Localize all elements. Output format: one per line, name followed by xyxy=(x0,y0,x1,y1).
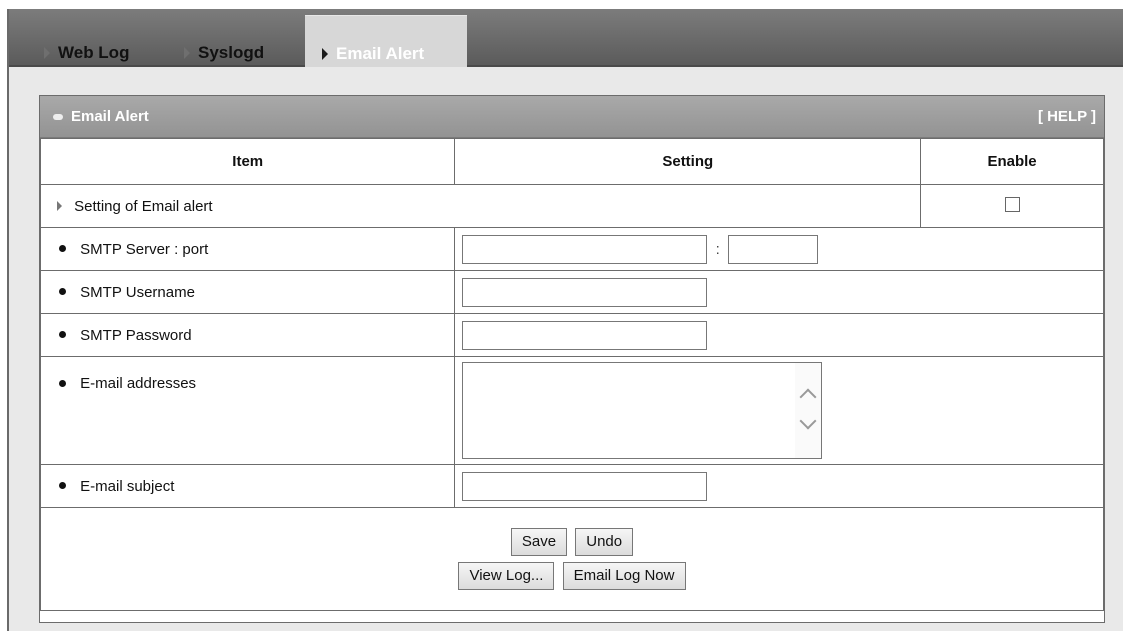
save-button[interactable]: Save xyxy=(510,528,568,556)
view-log-button[interactable]: View Log... xyxy=(458,562,555,590)
smtp-port-input[interactable] xyxy=(727,234,818,264)
undo-button[interactable]: Undo xyxy=(575,528,634,556)
panel-title-wrap: Email Alert xyxy=(53,108,149,125)
section-row: Setting of Email alert xyxy=(39,184,1104,228)
bullet-icon xyxy=(59,245,66,253)
button-row: Save Undo View Log... Email Log Now xyxy=(40,507,1104,611)
header-enable: Enable xyxy=(920,138,1104,185)
section-label: Setting of Email alert xyxy=(74,197,213,215)
email-addresses-label: E-mail addresses xyxy=(80,375,197,392)
panel-title: Email Alert xyxy=(71,108,149,125)
section-label-cell: Setting of Email alert xyxy=(39,184,922,228)
textarea-scrollbar[interactable] xyxy=(795,363,822,458)
smtp-password-label: SMTP Password xyxy=(80,326,192,344)
section-arrow-icon xyxy=(57,200,62,211)
email-addresses-label-cell: E-mail addresses xyxy=(39,356,456,465)
smtp-server-label-cell: SMTP Server : port xyxy=(39,227,456,271)
email-addresses-setting-cell xyxy=(454,356,1104,465)
bullet-icon xyxy=(59,331,66,339)
smtp-server-label: SMTP Server : port xyxy=(80,240,209,258)
tab-web-log-label: Web Log xyxy=(58,43,130,62)
header-setting: Setting xyxy=(454,138,922,185)
smtp-password-setting-cell xyxy=(454,313,1104,357)
tab-email-alert[interactable]: Email Alert xyxy=(305,15,467,67)
bullet-icon xyxy=(59,482,66,490)
smtp-username-setting-cell xyxy=(454,270,1104,314)
tab-arrow-icon xyxy=(184,47,190,59)
chevron-up-icon[interactable] xyxy=(799,388,817,406)
smtp-password-label-cell: SMTP Password xyxy=(39,313,456,357)
tab-bar: Web Log Syslogd Email Alert xyxy=(9,9,1123,67)
tab-arrow-icon xyxy=(322,47,328,60)
smtp-username-label: SMTP Username xyxy=(80,283,195,301)
email-subject-label-cell: E-mail subject xyxy=(39,464,456,508)
chevron-down-icon[interactable] xyxy=(799,412,817,430)
enable-email-alert-checkbox[interactable] xyxy=(1004,196,1020,212)
tab-syslogd-label: Syslogd xyxy=(198,43,265,62)
smtp-server-input[interactable] xyxy=(462,234,708,264)
smtp-username-input[interactable] xyxy=(462,277,708,307)
smtp-username-label-cell: SMTP Username xyxy=(39,270,456,314)
table-row: E-mail subject xyxy=(39,464,1104,508)
email-subject-setting-cell xyxy=(454,464,1104,508)
panel-header: Email Alert [ HELP ] xyxy=(40,96,1104,138)
button-cell: Save Undo View Log... Email Log Now xyxy=(40,507,1104,611)
section-enable-cell xyxy=(920,184,1104,228)
table-row: E-mail addresses xyxy=(39,356,1104,465)
email-subject-input[interactable] xyxy=(462,471,708,501)
tab-web-log[interactable]: Web Log xyxy=(44,15,129,67)
primary-buttons: Save Undo xyxy=(42,525,1102,559)
table-row: SMTP Username xyxy=(39,270,1104,314)
log-buttons: View Log... Email Log Now xyxy=(42,559,1102,593)
tab-syslogd[interactable]: Syslogd xyxy=(184,15,264,67)
table-row: SMTP Server : port : xyxy=(39,227,1104,271)
email-subject-label: E-mail subject xyxy=(80,477,175,495)
table-header-row: Item Setting Enable xyxy=(39,138,1104,185)
tab-arrow-icon xyxy=(44,47,50,59)
help-link[interactable]: [ HELP ] xyxy=(1038,108,1096,125)
bullet-icon xyxy=(59,288,66,296)
header-item: Item xyxy=(39,138,456,185)
smtp-server-setting-cell: : xyxy=(454,227,1104,271)
port-separator: : xyxy=(715,241,720,258)
email-addresses-textarea[interactable] xyxy=(462,362,823,459)
email-alert-panel: Email Alert [ HELP ] Item Setting Enable… xyxy=(39,95,1105,623)
settings-table: Item Setting Enable Setting of Email ale… xyxy=(39,138,1104,611)
bullet-icon xyxy=(59,379,66,387)
app-frame: Web Log Syslogd Email Alert Email Alert … xyxy=(7,9,1123,631)
smtp-password-input[interactable] xyxy=(462,320,708,350)
bullet-icon xyxy=(53,113,63,120)
table-row: SMTP Password xyxy=(39,313,1104,357)
tab-email-alert-label: Email Alert xyxy=(336,43,425,63)
email-log-now-button[interactable]: Email Log Now xyxy=(562,562,686,590)
